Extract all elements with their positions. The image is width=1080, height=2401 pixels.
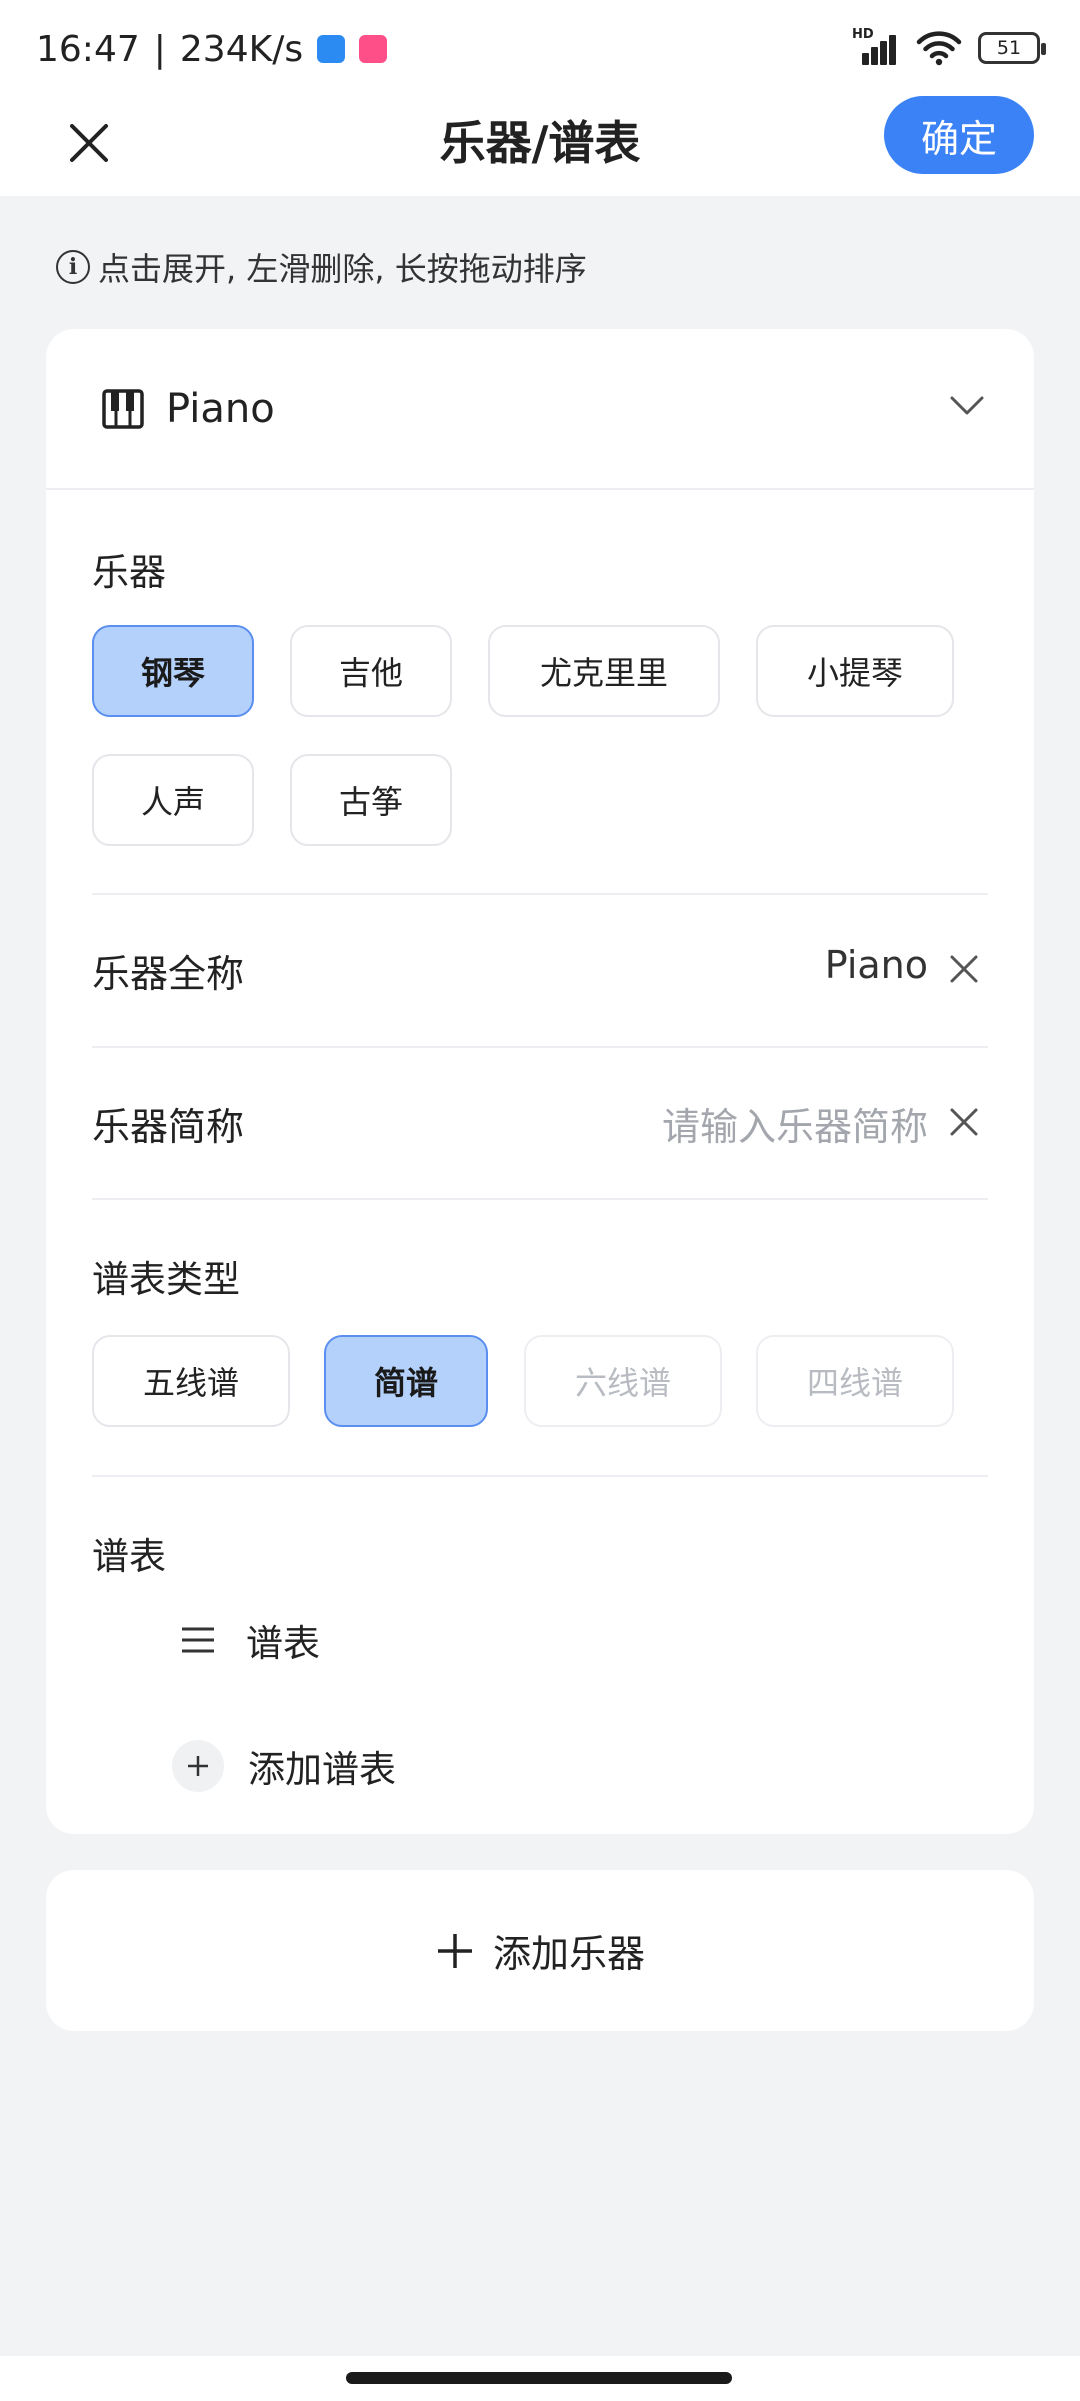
full-name-input[interactable]: Piano [825, 943, 928, 987]
status-left: 16:47 | 234K/s [36, 24, 388, 74]
add-instrument-button[interactable]: 添加乐器 [46, 1870, 1034, 2031]
staff-item-label: 谱表 [246, 1622, 320, 1665]
score-type-chip-staff[interactable]: 五线谱 [92, 1335, 290, 1427]
add-staff-plus-icon [172, 1740, 224, 1792]
clear-icon[interactable] [948, 1106, 980, 1138]
add-instrument-label: 添加乐器 [492, 1932, 645, 1976]
short-name-row: 乐器简称 请输入乐器简称 [92, 1086, 988, 1166]
add-staff-button[interactable]: 添加谱表 [172, 1739, 396, 1793]
instrument-chip-piano[interactable]: 钢琴 [92, 625, 254, 717]
divider [92, 1046, 988, 1048]
divider [92, 893, 988, 895]
wifi-icon [916, 31, 962, 66]
status-bar: 16:47 | 234K/s HD 51 [0, 0, 1080, 96]
instrument-chip-vocal[interactable]: 人声 [92, 754, 254, 846]
clear-icon[interactable] [948, 953, 980, 985]
info-icon: i [56, 250, 90, 284]
status-time: 16:47 [36, 28, 140, 70]
score-type-label: 谱表类型 [92, 1258, 240, 1301]
instrument-card: Piano 乐器 钢琴 吉他 尤克里里 小提琴 人声 古筝 乐器全称 Piano… [46, 329, 1034, 1834]
divider [92, 1198, 988, 1200]
notification-app-icon-2 [359, 35, 388, 63]
instrument-card-title: Piano [166, 386, 275, 432]
drag-handle-icon[interactable] [180, 1625, 216, 1655]
status-right: HD 51 [852, 26, 1046, 70]
score-type-chip-numbered[interactable]: 简谱 [324, 1335, 488, 1427]
status-separator: | [153, 28, 166, 70]
full-name-label: 乐器全称 [92, 952, 245, 996]
instrument-chip-violin[interactable]: 小提琴 [756, 625, 954, 717]
instrument-section-label: 乐器 [92, 551, 166, 594]
cellular-signal-icon: HD [852, 27, 900, 65]
chevron-down-icon[interactable] [950, 395, 984, 417]
home-indicator[interactable] [346, 2372, 732, 2384]
staff-section-label: 谱表 [92, 1535, 166, 1578]
score-type-chip-tab6: 六线谱 [524, 1335, 722, 1427]
battery-level: 51 [996, 37, 1022, 59]
instrument-chip-ukulele[interactable]: 尤克里里 [488, 625, 720, 717]
score-type-chip-tab4: 四线谱 [756, 1335, 954, 1427]
divider [92, 1475, 988, 1477]
hint: i 点击展开, 左滑删除, 长按拖动排序 [56, 244, 587, 290]
add-staff-label: 添加谱表 [248, 1748, 396, 1791]
full-name-row: 乐器全称 Piano [92, 933, 988, 1013]
battery-icon: 51 [978, 32, 1046, 64]
instrument-chip-guitar[interactable]: 吉他 [290, 625, 452, 717]
piano-icon [102, 389, 144, 429]
header: 乐器/谱表 确定 [0, 96, 1080, 196]
hint-text: 点击展开, 左滑删除, 长按拖动排序 [98, 250, 587, 288]
confirm-button[interactable]: 确定 [884, 96, 1034, 174]
staff-item[interactable]: 谱表 [180, 1613, 320, 1667]
plus-icon [437, 1933, 472, 1968]
instrument-card-header[interactable]: Piano [46, 329, 1034, 490]
notification-app-icon [317, 35, 346, 63]
instrument-chip-guzheng[interactable]: 古筝 [290, 754, 452, 846]
short-name-label: 乐器简称 [92, 1105, 245, 1149]
network-speed: 234K/s [179, 28, 304, 70]
short-name-input[interactable]: 请输入乐器简称 [662, 1096, 928, 1151]
